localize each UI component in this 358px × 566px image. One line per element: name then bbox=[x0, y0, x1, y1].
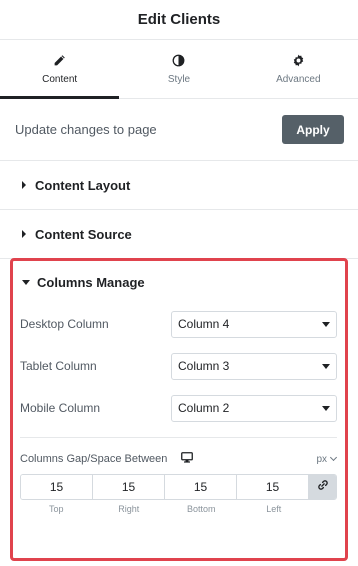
chevron-down-icon bbox=[322, 321, 330, 327]
gap-label-group: Columns Gap/Space Between bbox=[20, 450, 194, 468]
tab-style[interactable]: Style bbox=[119, 40, 238, 98]
tab-advanced-label: Advanced bbox=[276, 73, 321, 85]
chevron-down-icon bbox=[322, 405, 330, 411]
gap-top-label: Top bbox=[48, 504, 64, 514]
link-values-button[interactable] bbox=[309, 475, 336, 499]
chevron-down-icon bbox=[329, 453, 338, 462]
unit-selector[interactable]: px bbox=[316, 453, 338, 465]
section-columns-manage-title: Columns Manage bbox=[37, 274, 145, 290]
unit-value: px bbox=[316, 453, 327, 465]
mobile-column-select[interactable]: Column 2 bbox=[171, 394, 337, 422]
section-content-layout-title: Content Layout bbox=[35, 177, 131, 193]
pencil-icon bbox=[53, 54, 67, 68]
link-icon bbox=[317, 478, 329, 496]
gap-right-input[interactable] bbox=[93, 475, 165, 499]
panel-tabs: Content Style Advanced bbox=[0, 40, 358, 99]
gap-dimension-labels: Top Right Bottom Left bbox=[20, 504, 310, 514]
mobile-column-value: Column 2 bbox=[178, 401, 230, 415]
gap-top-input[interactable] bbox=[21, 475, 93, 499]
section-content-layout[interactable]: Content Layout bbox=[0, 161, 358, 210]
caret-right-icon bbox=[22, 181, 26, 189]
tablet-column-label: Tablet Column bbox=[20, 359, 97, 373]
desktop-column-label: Desktop Column bbox=[20, 317, 109, 331]
update-text: Update changes to page bbox=[15, 122, 157, 137]
mobile-column-label: Mobile Column bbox=[20, 401, 101, 415]
desktop-column-value: Column 4 bbox=[178, 317, 230, 331]
tablet-column-value: Column 3 bbox=[178, 359, 230, 373]
divider bbox=[20, 437, 337, 438]
gap-dimensions bbox=[20, 474, 337, 500]
tab-content-label: Content bbox=[42, 73, 78, 85]
gap-left-label: Left bbox=[266, 504, 282, 514]
gap-control-header: Columns Gap/Space Between px bbox=[13, 452, 345, 466]
desktop-icon[interactable] bbox=[181, 450, 194, 468]
gap-bottom-input[interactable] bbox=[165, 475, 237, 499]
tab-content[interactable]: Content bbox=[0, 40, 120, 99]
chevron-down-icon bbox=[322, 363, 330, 369]
gap-bottom-label: Bottom bbox=[186, 504, 216, 514]
panel-title: Edit Clients bbox=[137, 11, 221, 28]
section-columns-manage-header[interactable]: Columns Manage bbox=[13, 261, 345, 303]
tab-style-label: Style bbox=[167, 73, 191, 85]
tablet-column-control: Tablet Column Column 3 bbox=[13, 345, 345, 387]
desktop-column-control: Desktop Column Column 4 bbox=[13, 303, 345, 345]
gap-left-input[interactable] bbox=[237, 475, 309, 499]
tab-advanced[interactable]: Advanced bbox=[239, 40, 358, 98]
section-content-source[interactable]: Content Source bbox=[0, 210, 358, 259]
gap-right-label: Right bbox=[118, 504, 140, 514]
gap-label: Columns Gap/Space Between bbox=[20, 453, 168, 465]
panel-header: Edit Clients bbox=[0, 0, 358, 40]
caret-right-icon bbox=[22, 230, 26, 238]
caret-down-icon bbox=[22, 279, 30, 285]
gear-icon bbox=[291, 54, 305, 68]
half-circle-icon bbox=[172, 54, 186, 68]
desktop-column-select[interactable]: Column 4 bbox=[171, 310, 337, 338]
apply-button[interactable]: Apply bbox=[282, 115, 344, 144]
tablet-column-select[interactable]: Column 3 bbox=[171, 352, 337, 380]
mobile-column-control: Mobile Column Column 2 bbox=[13, 387, 345, 429]
section-content-source-title: Content Source bbox=[35, 226, 132, 242]
update-row: Update changes to page Apply bbox=[0, 99, 358, 161]
section-columns-manage: Columns Manage Desktop Column Column 4 T… bbox=[10, 258, 348, 561]
